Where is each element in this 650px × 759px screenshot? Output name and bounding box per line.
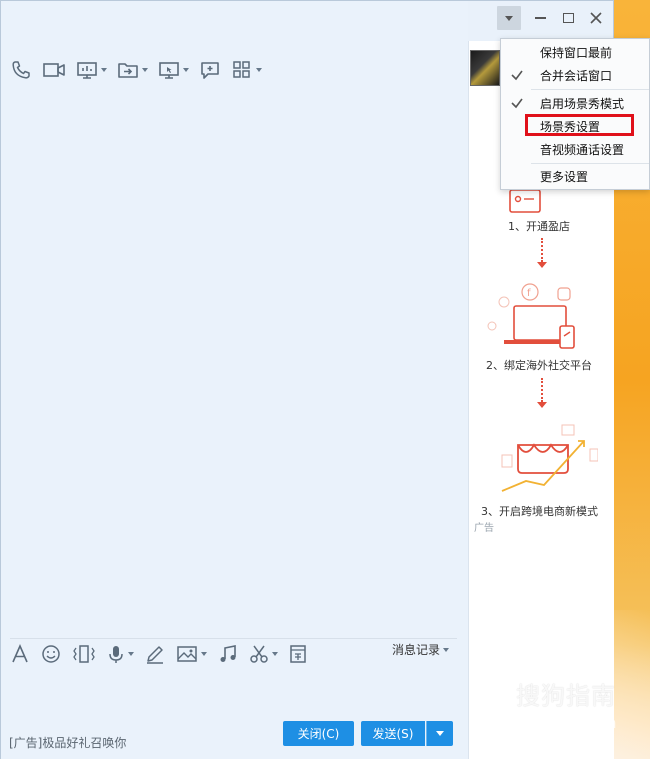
font-icon: [12, 643, 28, 662]
image-icon: [177, 645, 197, 662]
maximize-icon: [562, 13, 574, 23]
chevron-down-icon: [142, 68, 148, 72]
contact-avatar[interactable]: [470, 50, 500, 86]
music-icon: [220, 644, 236, 662]
file-transfer-button[interactable]: [117, 59, 148, 81]
menu-item-keep-on-top[interactable]: 保持窗口最前: [501, 41, 649, 63]
screenshot-button[interactable]: [249, 644, 278, 664]
red-packet-icon: [290, 644, 306, 663]
chevron-down-icon: [443, 647, 450, 652]
settings-dropdown-button[interactable]: [497, 6, 521, 30]
voice-icon: [109, 645, 123, 663]
whiteboard-icon: [201, 62, 219, 79]
red-packet-button[interactable]: [289, 644, 307, 664]
voice-message-button[interactable]: [107, 644, 134, 664]
menu-item-merge-windows[interactable]: 合并会话窗口: [501, 64, 649, 86]
apps-button[interactable]: [231, 59, 262, 81]
video-call-icon: [43, 63, 65, 77]
menu-item-label: 音视频通话设置: [540, 142, 625, 157]
menu-item-more-settings[interactable]: 更多设置: [501, 165, 649, 187]
maximize-button[interactable]: [556, 6, 580, 30]
chevron-down-icon: [436, 731, 444, 736]
message-history-label: 消息记录: [392, 643, 441, 657]
svg-text:f: f: [527, 288, 531, 299]
sogou-logo-icon: S: [472, 672, 510, 710]
whiteboard-button[interactable]: [199, 59, 221, 81]
checkmark-icon: [511, 70, 523, 81]
shop-illustration: [509, 190, 541, 213]
message-history-button[interactable]: 消息记录: [392, 641, 450, 658]
dropdown-arrow-icon: [505, 15, 513, 21]
voice-call-button[interactable]: [10, 59, 32, 81]
remote-desktop-icon: [159, 62, 179, 79]
video-call-button[interactable]: [42, 59, 66, 81]
close-icon: [590, 12, 602, 24]
menu-item-scene-show-mode[interactable]: 启用场景秀模式: [501, 92, 649, 114]
handwriting-icon: [147, 645, 163, 664]
remote-desktop-button[interactable]: [158, 59, 189, 81]
chevron-down-icon: [201, 651, 207, 656]
watermark-text: 搜狗指南: [516, 682, 616, 710]
checkmark-icon: [511, 98, 523, 109]
ecommerce-illustration: [501, 424, 598, 492]
close-window-button[interactable]: [584, 6, 608, 30]
ad-connector-1: [541, 238, 543, 262]
close-button[interactable]: 关闭(C): [283, 721, 354, 746]
chevron-down-icon: [128, 651, 134, 656]
chevron-down-icon: [101, 68, 107, 72]
menu-item-label: 保持窗口最前: [540, 45, 613, 60]
menu-item-label: 启用场景秀模式: [540, 96, 625, 111]
apps-grid-icon: [233, 61, 250, 78]
footer-ad-link[interactable]: [广告]极品好礼召唤你: [9, 734, 126, 751]
send-button[interactable]: 发送(S): [361, 721, 425, 746]
music-button[interactable]: [218, 644, 238, 664]
social-platform-illustration: f: [487, 283, 575, 349]
annotation-highlight-box: [525, 114, 634, 136]
ad-arrow-2: [537, 402, 547, 408]
image-button[interactable]: [176, 644, 207, 664]
minimize-button[interactable]: [528, 6, 552, 30]
screenshot-icon: [250, 645, 268, 663]
send-options-button[interactable]: [426, 721, 453, 746]
emoji-icon: [42, 644, 60, 663]
menu-separator: [531, 89, 649, 90]
handwriting-button[interactable]: [145, 644, 165, 664]
input-toolbar: [10, 638, 457, 664]
menu-separator: [531, 163, 649, 164]
menu-item-label: 更多设置: [540, 169, 589, 184]
watermark-url: zhinan.sogou.com: [480, 714, 617, 732]
ad-step-2: 2、绑定海外社交平台: [486, 359, 592, 372]
chevron-down-icon: [183, 68, 189, 72]
ad-badge: 广告: [474, 523, 494, 534]
file-transfer-icon: [118, 63, 138, 78]
phone-icon: [12, 61, 30, 79]
chevron-down-icon: [272, 651, 278, 656]
ad-step-1: 1、开通盈店: [508, 220, 570, 233]
screen-share-icon: [77, 62, 97, 79]
chevron-down-icon: [256, 68, 262, 72]
menu-item-av-call-settings[interactable]: 音视频通话设置: [501, 138, 649, 160]
desktop-background-highlight: [612, 610, 650, 759]
ad-arrow-1: [537, 262, 547, 268]
shake-icon: [73, 644, 95, 663]
minimize-icon: [534, 17, 546, 19]
ad-step-3: 3、开启跨境电商新模式: [481, 505, 598, 518]
chat-toolbar: [10, 58, 272, 82]
ad-connector-2: [541, 378, 543, 402]
menu-item-label: 合并会话窗口: [540, 68, 613, 83]
screen-share-button[interactable]: [76, 59, 107, 81]
font-button[interactable]: [10, 643, 30, 664]
emoji-button[interactable]: [41, 644, 61, 664]
shake-button[interactable]: [72, 644, 96, 664]
